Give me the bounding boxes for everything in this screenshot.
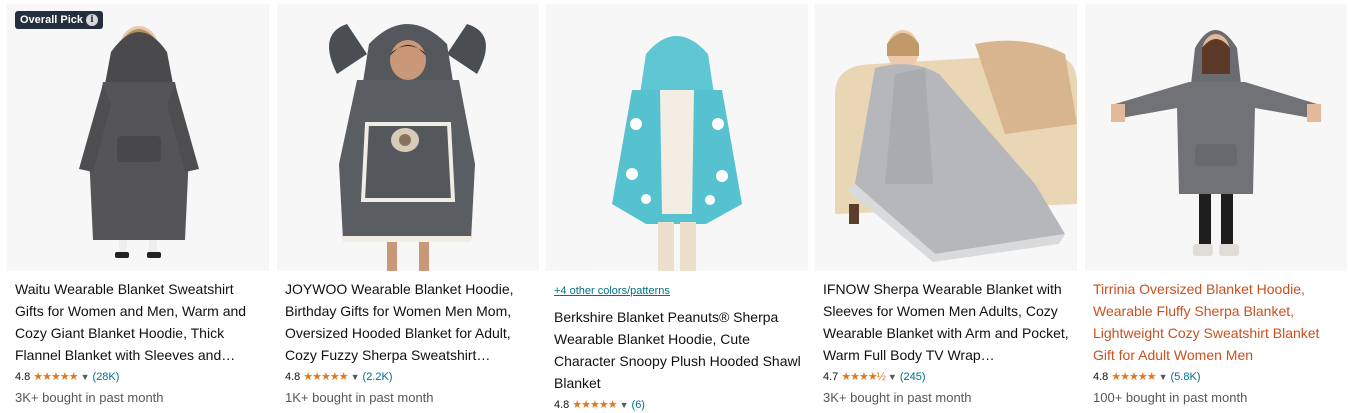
badge-label: Overall Pick xyxy=(20,14,83,26)
product-title[interactable]: Waitu Wearable Blanket Sweatshirt Gifts … xyxy=(15,278,265,366)
sleeved-blanket-on-couch-image xyxy=(815,4,1077,271)
product-title[interactable]: Berkshire Blanket Peanuts® Sherpa Wearab… xyxy=(554,306,804,394)
bought-in-past-month: 1K+ bought in past month xyxy=(285,390,434,405)
chevron-down-icon[interactable]: ▼ xyxy=(1159,370,1168,384)
review-count-link[interactable]: (28K) xyxy=(93,370,120,384)
oversized-hoodie-image xyxy=(1085,4,1347,271)
review-count-link[interactable]: (6) xyxy=(632,398,645,412)
other-colors-link[interactable]: +4 other colors/patterns xyxy=(554,283,804,299)
star-rating-icon[interactable]: ★★★★★ xyxy=(572,398,617,412)
chevron-down-icon[interactable]: ▼ xyxy=(351,370,360,384)
product-grid: Overall Pick i Waitu Wearable Blanket Sw… xyxy=(0,0,1348,413)
bought-in-past-month: 3K+ bought in past month xyxy=(15,390,164,405)
product-image[interactable] xyxy=(277,4,539,271)
rating-value: 4.8 xyxy=(1093,371,1109,383)
product-title[interactable]: JOYWOO Wearable Blanket Hoodie, Birthday… xyxy=(285,278,535,366)
rating-value: 4.8 xyxy=(285,371,301,383)
product-title[interactable]: IFNOW Sherpa Wearable Blanket with Sleev… xyxy=(823,278,1073,366)
product-card[interactable]: +4 other colors/patterns Berkshire Blank… xyxy=(546,4,808,413)
product-card[interactable]: JOYWOO Wearable Blanket Hoodie, Birthday… xyxy=(277,4,539,413)
review-count-link[interactable]: (245) xyxy=(900,370,926,384)
rating-row[interactable]: 4.8 ★★★★★ ▼ (2.2K) xyxy=(285,370,535,384)
rating-row[interactable]: 4.7 ★★★★½ ▼ (245) xyxy=(823,370,1073,384)
rating-value: 4.8 xyxy=(554,399,570,411)
rating-value: 4.8 xyxy=(15,371,31,383)
review-count-link[interactable]: (2.2K) xyxy=(363,370,393,384)
product-title[interactable]: Tirrinia Oversized Blanket Hoodie, Weara… xyxy=(1093,278,1343,366)
star-rating-icon[interactable]: ★★★★★ xyxy=(33,370,78,384)
product-image[interactable] xyxy=(546,4,808,271)
rating-value: 4.7 xyxy=(823,371,839,383)
rating-row[interactable]: 4.8 ★★★★★ ▼ (6) xyxy=(554,398,804,412)
product-image[interactable] xyxy=(1085,4,1347,271)
star-rating-icon[interactable]: ★★★★½ xyxy=(841,370,886,384)
product-card[interactable]: IFNOW Sherpa Wearable Blanket with Sleev… xyxy=(815,4,1077,413)
chevron-down-icon[interactable]: ▼ xyxy=(81,370,90,384)
review-count-link[interactable]: (5.8K) xyxy=(1171,370,1201,384)
rating-row[interactable]: 4.8 ★★★★★ ▼ (28K) xyxy=(15,370,265,384)
star-rating-icon[interactable]: ★★★★★ xyxy=(1111,370,1156,384)
chevron-down-icon[interactable]: ▼ xyxy=(888,370,897,384)
snoopy-hooded-shawl-image xyxy=(546,4,808,271)
product-card[interactable]: Tirrinia Oversized Blanket Hoodie, Weara… xyxy=(1085,4,1347,413)
overall-pick-badge[interactable]: Overall Pick i xyxy=(15,11,103,29)
bought-in-past-month: 100+ bought in past month xyxy=(1093,390,1248,405)
hoodie-with-cat-image xyxy=(277,4,539,271)
product-image[interactable] xyxy=(815,4,1077,271)
bought-in-past-month: 3K+ bought in past month xyxy=(823,390,972,405)
gray-blanket-hoodie-image xyxy=(7,4,269,271)
star-rating-icon[interactable]: ★★★★★ xyxy=(303,370,348,384)
info-icon[interactable]: i xyxy=(86,14,98,26)
rating-row[interactable]: 4.8 ★★★★★ ▼ (5.8K) xyxy=(1093,370,1343,384)
chevron-down-icon[interactable]: ▼ xyxy=(620,398,629,412)
product-image[interactable]: Overall Pick i xyxy=(7,4,269,271)
product-card[interactable]: Overall Pick i Waitu Wearable Blanket Sw… xyxy=(7,4,269,413)
